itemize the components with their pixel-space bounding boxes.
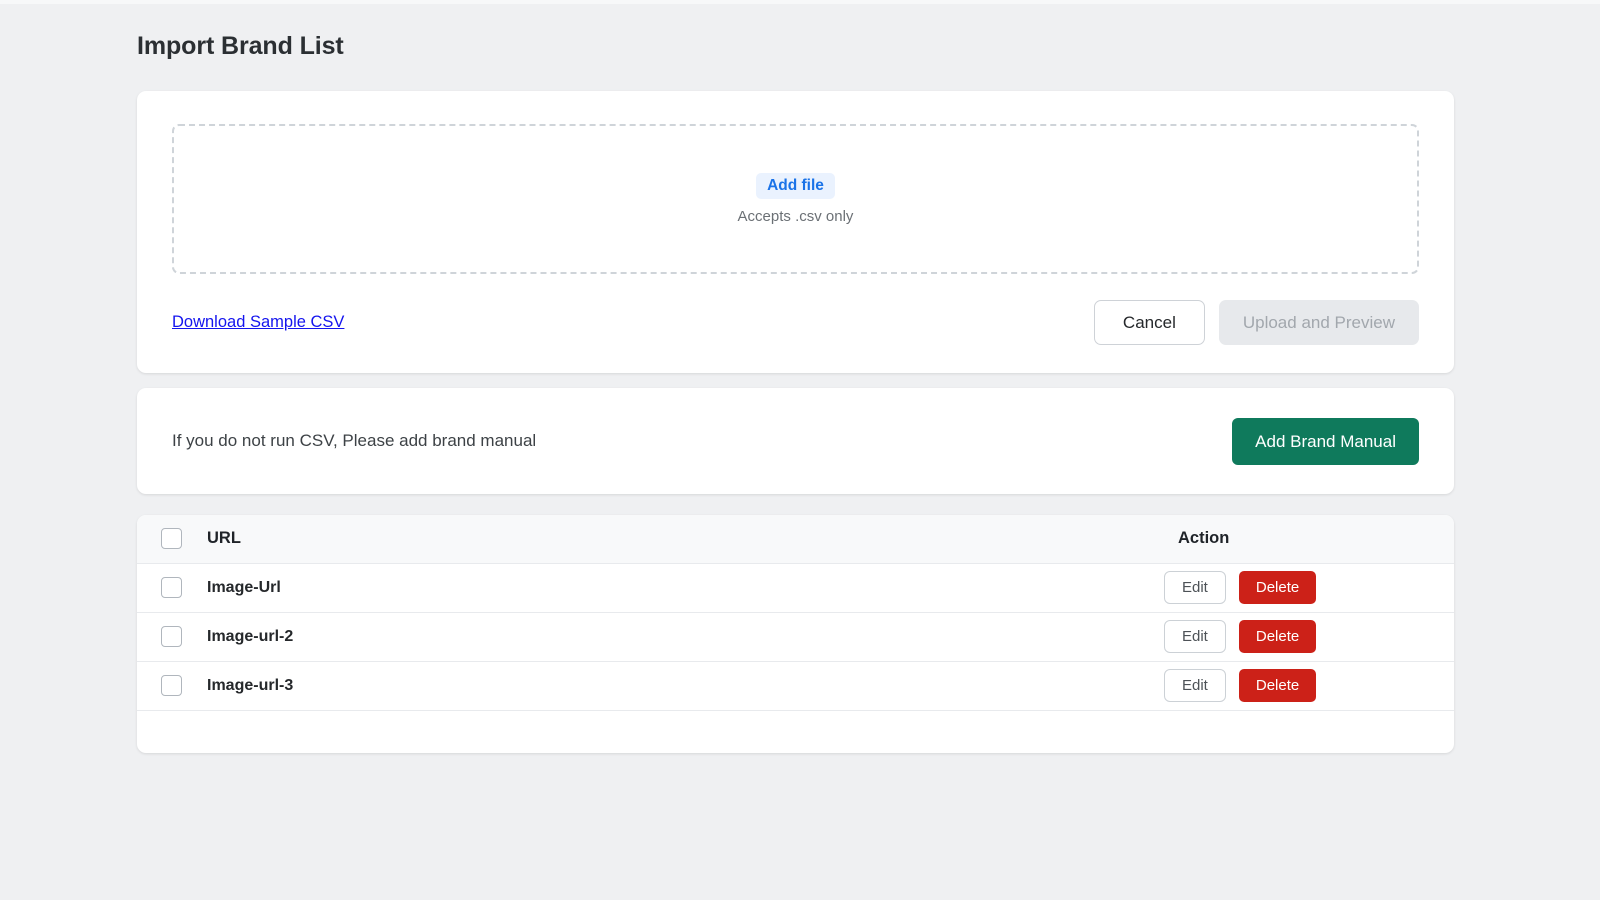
delete-button[interactable]: Delete xyxy=(1238,669,1317,702)
row-select-cell xyxy=(137,612,207,662)
column-header-url: URL xyxy=(207,515,1154,564)
add-brand-manual-button[interactable]: Add Brand Manual xyxy=(1232,417,1419,465)
row-actions: Edit Delete xyxy=(1154,661,1454,711)
row-select-cell xyxy=(137,661,207,711)
brand-table: URL Action Image-Url Edit Delete Image-u… xyxy=(137,515,1454,711)
select-all-cell xyxy=(137,515,207,564)
upload-and-preview-button: Upload and Preview xyxy=(1218,300,1419,345)
row-url: Image-url-3 xyxy=(207,661,1154,711)
brand-table-card: URL Action Image-Url Edit Delete Image-u… xyxy=(137,515,1454,753)
edit-button[interactable]: Edit xyxy=(1164,571,1226,604)
row-checkbox[interactable] xyxy=(161,577,182,598)
delete-button[interactable]: Delete xyxy=(1238,620,1317,653)
table-head: URL Action xyxy=(137,515,1454,564)
column-header-action: Action xyxy=(1154,515,1454,564)
row-url: Image-Url xyxy=(207,563,1154,613)
edit-button[interactable]: Edit xyxy=(1164,669,1226,702)
delete-button[interactable]: Delete xyxy=(1238,571,1317,604)
file-dropzone[interactable]: Add file Accepts .csv only xyxy=(172,124,1419,274)
manual-card: If you do not run CSV, Please add brand … xyxy=(137,388,1454,494)
row-url: Image-url-2 xyxy=(207,612,1154,662)
action-buttons: Edit Delete xyxy=(1154,620,1454,653)
add-file-button[interactable]: Add file xyxy=(756,173,835,199)
upload-actions-row: Download Sample CSV Cancel Upload and Pr… xyxy=(172,300,1419,345)
action-buttons: Edit Delete xyxy=(1154,571,1454,604)
row-select-cell xyxy=(137,563,207,613)
table-row: Image-url-2 Edit Delete xyxy=(137,612,1454,662)
row-checkbox[interactable] xyxy=(161,675,182,696)
row-checkbox[interactable] xyxy=(161,626,182,647)
table-header-row: URL Action xyxy=(137,515,1454,564)
download-sample-csv-link[interactable]: Download Sample CSV xyxy=(172,313,344,332)
row-actions: Edit Delete xyxy=(1154,563,1454,613)
upload-card: Add file Accepts .csv only Download Samp… xyxy=(137,91,1454,373)
table-row: Image-url-3 Edit Delete xyxy=(137,661,1454,711)
manual-message: If you do not run CSV, Please add brand … xyxy=(172,431,537,450)
content-container: Import Brand List Add file Accepts .csv … xyxy=(137,0,1454,753)
upload-buttons: Cancel Upload and Preview xyxy=(1093,300,1419,345)
cancel-button[interactable]: Cancel xyxy=(1093,300,1205,345)
edit-button[interactable]: Edit xyxy=(1164,620,1226,653)
page-title: Import Brand List xyxy=(137,32,344,60)
action-buttons: Edit Delete xyxy=(1154,669,1454,702)
dropzone-hint: Accepts .csv only xyxy=(737,208,854,225)
row-actions: Edit Delete xyxy=(1154,612,1454,662)
page-root: Import Brand List Add file Accepts .csv … xyxy=(0,0,1600,900)
table-row: Image-Url Edit Delete xyxy=(137,563,1454,613)
select-all-checkbox[interactable] xyxy=(161,528,182,550)
table-body: Image-Url Edit Delete Image-url-2 Edit D… xyxy=(137,563,1454,711)
